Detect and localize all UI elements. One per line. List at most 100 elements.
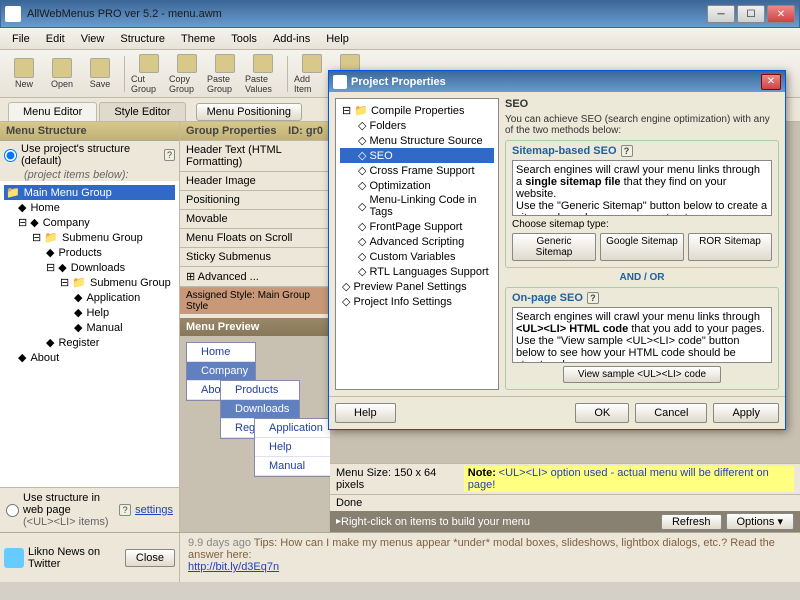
use-default-radio[interactable]	[4, 149, 17, 162]
add-item-icon	[302, 54, 322, 73]
menu-view[interactable]: View	[73, 31, 113, 47]
assigned-style: Assigned Style: Main Group Style	[180, 287, 329, 314]
prop-movable[interactable]: Movable	[180, 210, 329, 229]
sitemap-seo-text[interactable]: Search engines will crawl your menu link…	[512, 160, 772, 216]
help-icon[interactable]: ?	[621, 145, 633, 157]
menu-positioning-button[interactable]: Menu Positioning	[196, 103, 302, 121]
tree-project-info-settings[interactable]: ◇ Project Info Settings	[340, 294, 494, 309]
tree-advanced-scripting[interactable]: ◇ Advanced Scripting	[340, 234, 494, 249]
settings-link[interactable]: settings	[135, 504, 173, 516]
tree-optimization[interactable]: ◇ Optimization	[340, 178, 494, 193]
close-button[interactable]: ✕	[767, 5, 795, 23]
google-sitemap-button[interactable]: Google Sitemap	[600, 233, 684, 261]
tool-cut-group[interactable]: Cut Group	[131, 54, 167, 94]
new-icon	[14, 58, 34, 78]
prop-advanced[interactable]: ⊞ Advanced ...	[180, 267, 329, 287]
menu-structure[interactable]: Structure	[112, 31, 173, 47]
done-label: Done	[330, 494, 800, 511]
help-icon[interactable]: ?	[164, 149, 175, 161]
menu-size: Menu Size: 150 x 64 pixels	[336, 467, 464, 491]
tree-application[interactable]: ◆ Application	[4, 290, 175, 305]
ok-button[interactable]: OK	[575, 403, 629, 423]
tree-main-menu-group[interactable]: 📁 Main Menu Group	[4, 185, 175, 200]
tool-add-item[interactable]: Add Item	[294, 54, 330, 94]
use-default-label: Use project's structure (default)	[21, 143, 160, 167]
tree-home[interactable]: ◆ Home	[4, 200, 175, 215]
preview-manual[interactable]: Manual	[255, 457, 331, 476]
ul-li-label: (<UL><LI> items)	[23, 516, 115, 528]
tool-save[interactable]: Save	[82, 54, 118, 94]
help-icon[interactable]: ?	[587, 292, 599, 304]
preview-downloads[interactable]: Downloads	[221, 400, 299, 419]
titlebar: AllWebMenus PRO ver 5.2 - menu.awm ─ ☐ ✕	[0, 0, 800, 28]
tree-seo[interactable]: ◇ SEO	[340, 148, 494, 163]
prop-header-text[interactable]: Header Text (HTML Formatting)	[180, 141, 329, 172]
preview-company[interactable]: Company	[187, 362, 255, 381]
tree-company[interactable]: ⊟ ◆ Company	[4, 215, 175, 230]
tree-downloads[interactable]: ⊟ ◆ Downloads	[4, 260, 175, 275]
tree-folders[interactable]: ◇ Folders	[340, 118, 494, 133]
tree-menu-structure-source[interactable]: ◇ Menu Structure Source	[340, 133, 494, 148]
tip-area: 9.9 days ago Tips: How can I make my men…	[180, 533, 800, 582]
prop-sticky[interactable]: Sticky Submenus	[180, 248, 329, 267]
tree-compile-properties[interactable]: ⊟ 📁 Compile Properties	[340, 103, 494, 118]
menu-tools[interactable]: Tools	[223, 31, 265, 47]
tab-style-editor[interactable]: Style Editor	[99, 102, 185, 121]
tool-copy-group[interactable]: Copy Group	[169, 54, 205, 94]
tree-submenu-group-2[interactable]: ⊟ 📁 Submenu Group	[4, 275, 175, 290]
tool-new[interactable]: New	[6, 54, 42, 94]
preview-help-item[interactable]: Help	[255, 438, 331, 457]
preview-products[interactable]: Products	[221, 381, 299, 400]
preview-application[interactable]: Application	[255, 419, 331, 438]
tree-submenu-group[interactable]: ⊟ 📁 Submenu Group	[4, 230, 175, 245]
tree-custom-variables[interactable]: ◇ Custom Variables	[340, 249, 494, 264]
seo-description: You can achieve SEO (search engine optim…	[505, 114, 779, 136]
menu-edit[interactable]: Edit	[38, 31, 73, 47]
tree-rtl[interactable]: ◇ RTL Languages Support	[340, 264, 494, 279]
menu-preview-header: Menu Preview	[180, 318, 329, 336]
options-button[interactable]: Options ▾	[726, 513, 795, 530]
tool-open[interactable]: Open	[44, 54, 80, 94]
prop-floats[interactable]: Menu Floats on Scroll	[180, 229, 329, 248]
minimize-button[interactable]: ─	[707, 5, 735, 23]
menu-addins[interactable]: Add-ins	[265, 31, 318, 47]
help-icon[interactable]: ?	[119, 504, 131, 516]
generic-sitemap-button[interactable]: Generic Sitemap	[512, 233, 596, 261]
apply-button[interactable]: Apply	[713, 403, 779, 423]
tab-menu-editor[interactable]: Menu Editor	[8, 102, 97, 121]
tree-cross-frame[interactable]: ◇ Cross Frame Support	[340, 163, 494, 178]
view-sample-button[interactable]: View sample <UL><LI> code	[563, 366, 721, 383]
use-webpage-radio[interactable]	[6, 504, 19, 517]
menu-help[interactable]: Help	[318, 31, 357, 47]
tree-products[interactable]: ◆ Products	[4, 245, 175, 260]
cut-icon	[139, 54, 159, 73]
open-icon	[52, 58, 72, 78]
tip-link[interactable]: http://bit.ly/d3Eq7n	[188, 561, 279, 573]
tool-paste-values[interactable]: Paste Values	[245, 54, 281, 94]
tree-help[interactable]: ◆ Help	[4, 305, 175, 320]
dialog-close-button[interactable]: ✕	[761, 74, 781, 90]
project-items-below: (project items below):	[0, 169, 179, 181]
tree-menu-linking[interactable]: ◇ Menu-Linking Code in Tags	[340, 193, 494, 219]
tree-register[interactable]: ◆ Register	[4, 335, 175, 350]
close-news-button[interactable]: Close	[125, 549, 175, 567]
tree-frontpage[interactable]: ◇ FrontPage Support	[340, 219, 494, 234]
refresh-button[interactable]: Refresh	[661, 514, 722, 530]
menu-file[interactable]: File	[4, 31, 38, 47]
help-button[interactable]: Help	[335, 403, 396, 423]
prop-header-image[interactable]: Header Image	[180, 172, 329, 191]
tree-about[interactable]: ◆ About	[4, 350, 175, 365]
dialog-tree: ⊟ 📁 Compile Properties ◇ Folders ◇ Menu …	[335, 98, 499, 390]
preview-home[interactable]: Home	[187, 343, 255, 362]
and-or-label: AND / OR	[505, 272, 779, 283]
ror-sitemap-button[interactable]: ROR Sitemap	[688, 233, 772, 261]
onpage-seo-text[interactable]: Search engines will crawl your menu link…	[512, 307, 772, 363]
cancel-button[interactable]: Cancel	[635, 403, 707, 423]
tree-preview-panel-settings[interactable]: ◇ Preview Panel Settings	[340, 279, 494, 294]
tool-paste-group[interactable]: Paste Group	[207, 54, 243, 94]
choose-sitemap-label: Choose sitemap type:	[512, 219, 772, 230]
tree-manual[interactable]: ◆ Manual	[4, 320, 175, 335]
prop-positioning[interactable]: Positioning	[180, 191, 329, 210]
menu-theme[interactable]: Theme	[173, 31, 223, 47]
maximize-button[interactable]: ☐	[737, 5, 765, 23]
